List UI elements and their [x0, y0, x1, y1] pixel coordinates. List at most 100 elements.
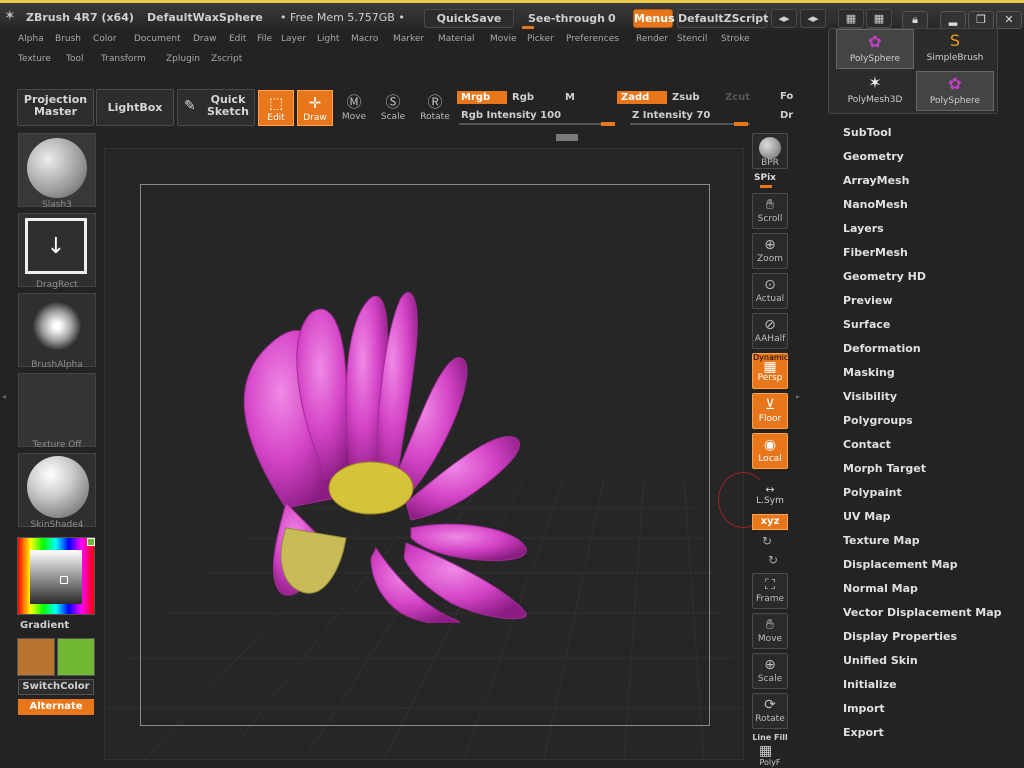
menu-draw[interactable]: Draw [193, 34, 217, 44]
menu-display-properties[interactable]: Display Properties [843, 630, 957, 643]
spix-slider-knob[interactable] [760, 185, 772, 188]
menu-displacement-map[interactable]: Displacement Map [843, 558, 958, 571]
menu-texture[interactable]: Texture [18, 54, 51, 64]
menu-unified-skin[interactable]: Unified Skin [843, 654, 918, 667]
menu-export[interactable]: Export [843, 726, 884, 739]
menu-light[interactable]: Light [317, 34, 339, 44]
primary-color-swatch[interactable] [17, 638, 55, 676]
menu-render[interactable]: Render [636, 34, 668, 44]
m-toggle[interactable]: M [565, 92, 575, 103]
zadd-toggle[interactable]: Zadd [617, 91, 667, 104]
left-collapse-arrow-icon[interactable]: ◂ [2, 392, 6, 401]
next-arrows-icon[interactable]: ◂▸ [800, 9, 826, 28]
minimize-icon[interactable]: ▂ [940, 11, 966, 29]
switch-color-button[interactable]: SwitchColor [18, 679, 94, 695]
menu-material[interactable]: Material [438, 34, 475, 44]
spix-control[interactable]: SPix [752, 173, 788, 189]
material-thumbnail[interactable] [18, 453, 96, 527]
alpha-thumbnail[interactable] [18, 293, 96, 367]
menus-button[interactable]: Menus [633, 9, 675, 28]
menu-import[interactable]: Import [843, 702, 885, 715]
menu-vector-displacement-map[interactable]: Vector Displacement Map [843, 606, 1002, 619]
left-canvas-collapse-arrow-icon[interactable]: ▸ [796, 392, 800, 401]
lsym-button[interactable]: ↔ L.Sym [752, 483, 788, 511]
actual-button[interactable]: ⊙ Actual [752, 273, 788, 309]
menu-normal-map[interactable]: Normal Map [843, 582, 918, 595]
close-icon[interactable]: ✕ [996, 11, 1022, 29]
zoom-button[interactable]: ⊕ Zoom [752, 233, 788, 269]
palette-polysphere[interactable]: ✿ PolySphere [916, 71, 994, 111]
menu-surface[interactable]: Surface [843, 318, 890, 331]
menu-stroke[interactable]: Stroke [721, 34, 750, 44]
rgb-intensity-knob[interactable] [601, 122, 615, 126]
menu-geometry[interactable]: Geometry [843, 150, 904, 163]
menu-nanomesh[interactable]: NanoMesh [843, 198, 908, 211]
menu-transform[interactable]: Transform [101, 54, 146, 64]
menu-marker[interactable]: Marker [393, 34, 424, 44]
menu-initialize[interactable]: Initialize [843, 678, 897, 691]
menu-preview[interactable]: Preview [843, 294, 893, 307]
menu-brush[interactable]: Brush [55, 34, 81, 44]
gradient-label[interactable]: Gradient [20, 620, 69, 631]
quick-sketch-button[interactable]: ✎ Quick Sketch [177, 89, 255, 126]
menu-uv-map[interactable]: UV Map [843, 510, 891, 523]
layout-alt-icon[interactable]: ▦ [866, 9, 892, 28]
edit-button[interactable]: ⬚ Edit [258, 90, 294, 126]
rgb-toggle[interactable]: Rgb [512, 92, 534, 103]
rotate-button[interactable]: Ⓡ Rotate [417, 90, 453, 126]
flower-mesh[interactable] [226, 288, 546, 623]
menu-edit[interactable]: Edit [229, 34, 246, 44]
z-intensity-knob[interactable] [734, 122, 748, 126]
palette-simplebrush[interactable]: S SimpleBrush [916, 29, 994, 69]
zsub-toggle[interactable]: Zsub [672, 92, 699, 103]
aahalf-button[interactable]: ⊘ AAHalf [752, 313, 788, 349]
local-button[interactable]: ◉ Local [752, 433, 788, 469]
move-view-button[interactable]: ✋︎ Move [752, 613, 788, 649]
menu-layer[interactable]: Layer [281, 34, 306, 44]
draw-button[interactable]: ✛ Draw [297, 90, 333, 126]
zcut-toggle[interactable]: Zcut [725, 92, 750, 103]
frame-button[interactable]: ⛶ Frame [752, 573, 788, 609]
menu-stencil[interactable]: Stencil [677, 34, 707, 44]
xyz-button[interactable]: xyz [752, 514, 788, 530]
draw-size-label[interactable]: Dr [780, 110, 793, 121]
rotate-view-button[interactable]: ⟳ Rotate [752, 693, 788, 729]
menu-zplugin[interactable]: Zplugin [166, 54, 200, 64]
menu-contact[interactable]: Contact [843, 438, 891, 451]
menu-tool[interactable]: Tool [66, 54, 83, 64]
menu-alpha[interactable]: Alpha [18, 34, 44, 44]
see-through-knob[interactable] [522, 26, 534, 29]
menu-polypaint[interactable]: Polypaint [843, 486, 902, 499]
menu-morph-target[interactable]: Morph Target [843, 462, 926, 475]
menu-file[interactable]: File [257, 34, 272, 44]
stroke-thumbnail[interactable]: ↓ [18, 213, 96, 287]
floor-button[interactable]: ⊻ Floor [752, 393, 788, 429]
menu-layers[interactable]: Layers [843, 222, 884, 235]
default-zscript-button[interactable]: DefaultZScript [677, 9, 768, 28]
alternate-button[interactable]: Alternate [18, 699, 94, 715]
scale-button[interactable]: Ⓢ Scale [375, 90, 411, 126]
polyf-button[interactable]: Line Fill ▦ PolyF [752, 733, 788, 768]
scroll-button[interactable]: ✋︎ Scroll [752, 193, 788, 229]
lightbox-button[interactable]: LightBox [96, 89, 174, 126]
persp-button[interactable]: Dynamic ▦ Persp [752, 353, 788, 389]
texture-thumbnail[interactable] [18, 373, 96, 447]
secondary-color-swatch[interactable] [57, 638, 95, 676]
menu-movie[interactable]: Movie [490, 34, 517, 44]
horizontal-scroll-indicator[interactable] [556, 134, 578, 141]
menu-preferences[interactable]: Preferences [566, 34, 619, 44]
quicksave-button[interactable]: QuickSave [424, 9, 514, 28]
menu-geometry-hd[interactable]: Geometry HD [843, 270, 926, 283]
brush-thumbnail[interactable] [18, 133, 96, 207]
restore-icon[interactable]: ❐ [968, 11, 994, 29]
projection-master-button[interactable]: Projection Master [17, 89, 94, 126]
menu-arraymesh[interactable]: ArrayMesh [843, 174, 909, 187]
menu-deformation[interactable]: Deformation [843, 342, 921, 355]
rgb-intensity-slider[interactable]: Rgb Intensity 100 [459, 109, 615, 126]
menu-picker[interactable]: Picker [527, 34, 554, 44]
mrgb-toggle[interactable]: Mrgb [457, 91, 507, 104]
menu-zscript[interactable]: Zscript [211, 54, 242, 64]
menu-fibermesh[interactable]: FiberMesh [843, 246, 908, 259]
rotate-y-icon[interactable]: ↻ [762, 534, 772, 548]
menu-subtool[interactable]: SubTool [843, 126, 892, 139]
